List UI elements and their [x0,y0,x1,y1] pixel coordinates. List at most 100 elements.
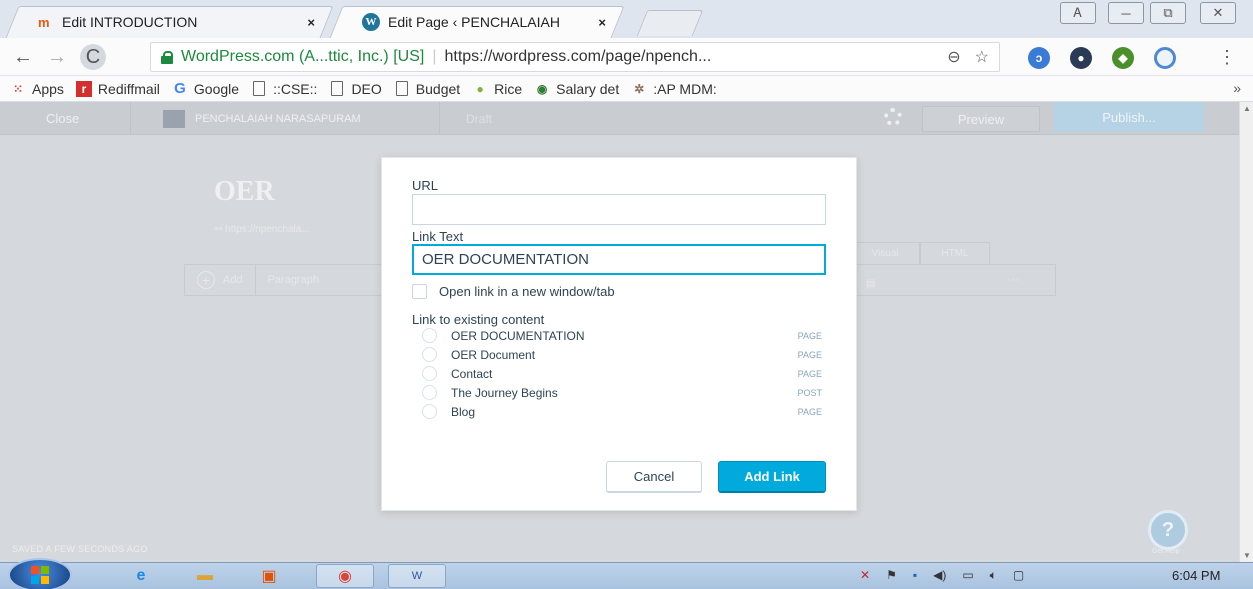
radio-button[interactable] [422,328,437,343]
volume-icon[interactable]: 🔈︎ [990,568,997,583]
address-bar[interactable]: WordPress.com (A...ttic, Inc.) [US] | ht… [150,42,1000,72]
page-icon [251,81,267,97]
tab-html[interactable]: HTML [920,242,990,264]
start-button[interactable] [8,558,72,589]
monitor-icon[interactable]: ▢ [1013,568,1024,583]
moodle-icon: m [38,14,50,30]
add-label: Add [223,274,243,286]
add-content-button[interactable]: + Add [185,265,256,295]
restore-icon[interactable]: ⧉ [1150,2,1186,24]
lock-icon [161,51,173,64]
person-icon[interactable]: Ꭺ [1060,2,1096,24]
radio-button[interactable] [422,366,437,381]
site-name: PENCHALAIAH NARASAPURAM [195,112,361,125]
bookmark-apps[interactable]: ⁙ Apps [10,81,64,97]
existing-content-list: OER DOCUMENTATION PAGE OER Document PAGE… [422,326,822,421]
url-label: URL [412,178,439,193]
editor-close-button[interactable]: Close [46,111,79,126]
bookmark-label: Apps [32,80,64,97]
site-selector[interactable]: PENCHALAIAH NARASAPURAM [130,102,440,135]
network-warning-icon[interactable]: ✕ [860,568,870,583]
gear-icon[interactable] [884,108,902,126]
table-icon[interactable]: ▤ [866,278,875,289]
menu-icon[interactable]: ⋮ [1214,44,1240,70]
extension-icon[interactable]: ↄ [1028,47,1050,69]
radio-button[interactable] [422,404,437,419]
list-item[interactable]: Contact PAGE [422,364,822,383]
content-type: PAGE [797,330,822,341]
forward-icon[interactable]: → [44,44,70,70]
apps-grid-icon: ⁙ [12,81,24,96]
permalink[interactable]: ⚯ https://npenchala... [214,224,310,235]
help-icon[interactable]: ? [1148,510,1188,550]
battery-icon[interactable]: ▭ [962,568,973,583]
page-title[interactable]: OER [214,176,275,208]
bookmark-rice[interactable]: ● Rice [472,81,523,97]
list-item[interactable]: Blog PAGE [422,402,822,421]
new-tab-button[interactable] [636,10,704,36]
internet-explorer-icon[interactable]: e [112,564,170,588]
cancel-button[interactable]: Cancel [606,461,702,493]
extension-icon[interactable] [1154,47,1176,69]
bookmark-label: :AP MDM: [653,80,717,97]
content-title: OER DOCUMENTATION [451,328,585,343]
radio-button[interactable] [422,385,437,400]
bookmark-label: Rediffmail [97,80,160,97]
bookmark-google[interactable]: G Google [172,80,239,97]
list-item[interactable]: OER Document PAGE [422,345,822,364]
browser-tab-edit-introduction[interactable]: m Edit INTRODUCTION × [5,6,334,38]
back-icon[interactable]: ← [10,44,36,70]
scroll-down-icon[interactable]: ▼ [1243,551,1251,560]
link-text-input[interactable] [412,244,826,275]
bookmark-budget[interactable]: Budget [394,81,460,97]
content-title: Contact [451,366,493,381]
close-tab-icon[interactable]: × [307,15,315,30]
list-item[interactable]: The Journey Begins POST [422,383,822,402]
bookmark-star-icon[interactable]: ☆ [975,47,989,67]
more-bookmarks-icon[interactable]: » [1233,80,1241,96]
file-explorer-icon[interactable]: ▬ [176,564,234,588]
system-clock[interactable]: 6:04 PM [1172,568,1220,583]
bookmark-deo[interactable]: DEO [329,81,382,97]
new-window-checkbox[interactable] [412,284,427,299]
scroll-up-icon[interactable]: ▲ [1243,104,1251,113]
browser-tab-edit-page[interactable]: W Edit Page ‹ PENCHALAIAH × [329,6,625,38]
bookmark-label: ::CSE:: [273,80,318,97]
bookmark-salary[interactable]: ◉ Salary det [534,81,619,97]
help-label: Get Help [1152,548,1180,555]
minimize-icon[interactable]: ─ [1108,2,1144,24]
plus-icon: + [197,271,215,289]
site-thumbnail [163,109,185,128]
lock-extension-icon[interactable]: ● [1070,47,1092,69]
bookmark-rediffmail[interactable]: r Rediffmail [75,80,160,97]
close-window-icon[interactable]: ✕ [1200,2,1236,24]
preview-button[interactable]: Preview [922,106,1040,132]
extension-icon[interactable]: ◆ [1112,47,1134,69]
existing-content-label: Link to existing content [412,312,545,327]
speaker-icon[interactable]: ◀) [933,568,946,583]
rediff-icon: r [75,80,92,97]
radio-button[interactable] [422,347,437,362]
media-player-icon[interactable]: ▣ [240,564,298,588]
new-window-option[interactable]: Open link in a new window/tab [412,284,615,299]
tray-app-icon[interactable]: ▪ [913,568,917,583]
bookmark-cse[interactable]: ::CSE:: [251,81,317,97]
list-item[interactable]: OER DOCUMENTATION PAGE [422,326,822,345]
chrome-icon[interactable]: ◉ [316,564,374,588]
reload-icon[interactable]: C [80,44,106,70]
add-link-button[interactable]: Add Link [718,461,826,493]
format-select[interactable]: Paragraph [256,274,331,286]
bookmarks-bar: ⁙ Apps r Rediffmail G Google ::CSE:: DEO… [0,76,1253,102]
content-type: POST [797,387,822,398]
bookmark-ap-mdm[interactable]: ✲ :AP MDM: [631,81,717,97]
tab-visual[interactable]: Visual [850,242,920,264]
close-tab-icon[interactable]: × [598,15,606,30]
zoom-icon[interactable]: ⊖ [947,47,960,67]
content-type: PAGE [797,368,822,379]
scrollbar[interactable]: ▲ ▼ [1239,102,1253,562]
more-options-icon[interactable]: ··· [1006,272,1021,286]
publish-button[interactable]: Publish... [1054,102,1204,132]
word-icon[interactable]: W [388,564,446,588]
url-input[interactable] [412,194,826,225]
flag-icon[interactable]: ⚑ [886,568,897,583]
